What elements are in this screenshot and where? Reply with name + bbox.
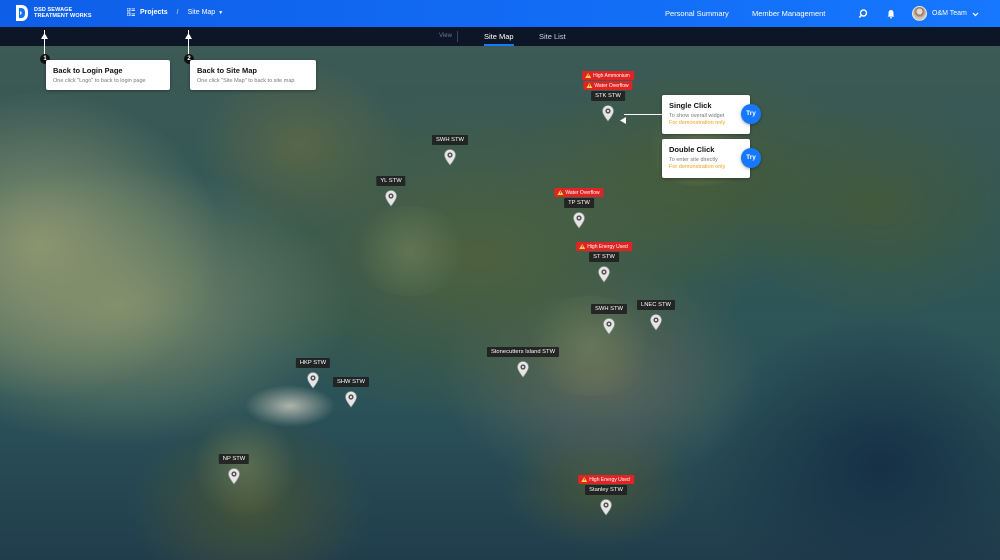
alert-text: High Ammonium bbox=[593, 72, 630, 79]
guide-back-to-site-map-title: Back to Site Map bbox=[197, 66, 258, 75]
station-label[interactable]: SWH STW bbox=[431, 135, 469, 145]
try-single-click-button[interactable]: Try bbox=[741, 104, 761, 124]
logo-text: DSD SEWAGE TREATMENT WORKS bbox=[34, 7, 92, 20]
warning-icon bbox=[557, 190, 564, 195]
map-pin-icon[interactable] bbox=[384, 189, 398, 212]
projects-icon bbox=[126, 7, 135, 17]
map-pin-icon[interactable] bbox=[602, 317, 616, 340]
guide-single-click-demo: For demonstration only bbox=[669, 120, 726, 126]
map-pin-icon[interactable] bbox=[516, 360, 530, 383]
station-label[interactable]: YL STW bbox=[376, 176, 406, 186]
logo-text-line2: TREATMENT WORKS bbox=[34, 13, 92, 19]
map-pin-icon[interactable] bbox=[601, 104, 615, 127]
guide-back-to-site-map: Back to Site Map One click "Site Map" to… bbox=[190, 60, 316, 90]
warning-icon bbox=[585, 73, 592, 78]
guide-double-click-title: Double Click bbox=[669, 145, 715, 154]
guide-double-click-desc: To enter site directly bbox=[669, 157, 718, 163]
warning-icon bbox=[586, 83, 593, 88]
map-pin-icon[interactable] bbox=[344, 390, 358, 413]
station-label[interactable]: TP STW bbox=[564, 198, 594, 208]
breadcrumb: Projects / Site Map ▼ bbox=[126, 7, 224, 17]
station-label[interactable]: Stanley STW bbox=[585, 485, 627, 495]
breadcrumb-site-map-label: Site Map bbox=[187, 8, 216, 16]
warning-icon bbox=[581, 477, 588, 482]
station-label[interactable]: SHW STW bbox=[332, 377, 370, 387]
tab-site-list[interactable]: Site List bbox=[539, 32, 566, 41]
station-label[interactable]: ST STW bbox=[589, 252, 619, 262]
guide-back-to-login-desc: One click "Logo" to back to login page bbox=[53, 78, 146, 84]
guide-single-click: Single Click To show overall widget For … bbox=[662, 95, 750, 134]
breadcrumb-separator: / bbox=[176, 8, 179, 16]
view-label: View bbox=[439, 33, 452, 39]
alert-badge: High Energy Used bbox=[578, 475, 634, 484]
guide-single-click-desc: To show overall widget bbox=[669, 113, 725, 119]
alert-badge: High Ammonium bbox=[582, 71, 634, 80]
try-double-click-button[interactable]: Try bbox=[741, 148, 761, 168]
user-menu[interactable]: O&M Team bbox=[912, 4, 979, 22]
map-pin-icon[interactable] bbox=[649, 313, 663, 336]
alert-badge: High Energy Used bbox=[576, 242, 632, 251]
station-label[interactable]: LNEC STW bbox=[637, 300, 675, 310]
guide-back-to-login-title: Back to Login Page bbox=[53, 66, 123, 75]
avatar bbox=[912, 5, 927, 21]
station-label[interactable]: Stonecutters Island STW bbox=[486, 347, 560, 357]
view-tab-bar: View Site Map Site List bbox=[0, 27, 1000, 46]
logo-icon bbox=[15, 4, 29, 22]
station-label[interactable]: HKP STW bbox=[295, 358, 331, 368]
warning-icon bbox=[579, 244, 586, 249]
guide-back-to-login: Back to Login Page One click "Logo" to b… bbox=[46, 60, 170, 90]
guide-double-click-demo: For demonstration only bbox=[669, 164, 726, 170]
satellite-map[interactable] bbox=[0, 46, 1000, 560]
alert-badge: Water Overflow bbox=[554, 188, 604, 197]
projects-link[interactable]: Projects bbox=[140, 9, 168, 16]
station-label[interactable]: NP STW bbox=[218, 454, 250, 464]
tab-active-underline bbox=[484, 44, 514, 46]
map-pin-icon[interactable] bbox=[227, 467, 241, 490]
breadcrumb-site-map[interactable]: Site Map ▼ bbox=[188, 9, 224, 16]
top-header: DSD SEWAGE TREATMENT WORKS Projects / Si… bbox=[0, 0, 1000, 27]
map-pin-icon[interactable] bbox=[306, 371, 320, 394]
map-pin-icon[interactable] bbox=[597, 265, 611, 288]
bell-icon[interactable] bbox=[885, 7, 897, 19]
alert-text: Water Overflow bbox=[565, 189, 600, 196]
alert-text: Water Overflow bbox=[594, 82, 629, 89]
map-pin-icon[interactable] bbox=[443, 148, 457, 171]
station-label[interactable]: SWH STW bbox=[590, 304, 628, 314]
guide-single-click-title: Single Click bbox=[669, 101, 712, 110]
guide-double-click: Double Click To enter site directly For … bbox=[662, 139, 750, 178]
tab-divider bbox=[457, 31, 458, 42]
alert-text: High Energy Used bbox=[589, 476, 630, 483]
alert-text: High Energy Used bbox=[587, 243, 628, 250]
map-pin-icon[interactable] bbox=[572, 211, 586, 234]
tab-site-map[interactable]: Site Map bbox=[484, 32, 514, 41]
nav-member-management[interactable]: Member Management bbox=[752, 9, 825, 18]
logo[interactable]: DSD SEWAGE TREATMENT WORKS bbox=[15, 4, 92, 22]
chevron-down-icon bbox=[972, 4, 979, 22]
alert-badge: Water Overflow bbox=[583, 81, 633, 90]
arrow-left-icon bbox=[620, 111, 626, 129]
chevron-down-icon: ▼ bbox=[218, 9, 224, 16]
arrow-up-icon bbox=[41, 26, 48, 44]
user-name: O&M Team bbox=[932, 9, 967, 17]
search-icon[interactable] bbox=[857, 7, 869, 19]
guide-back-to-site-map-desc: One click "Site Map" to back to site map bbox=[197, 78, 295, 84]
station-label[interactable]: STK STW bbox=[591, 91, 625, 101]
map-pin-icon[interactable] bbox=[599, 498, 613, 521]
nav-personal-summary[interactable]: Personal Summary bbox=[665, 9, 729, 18]
arrow-up-icon bbox=[185, 26, 192, 44]
guide-arrow-line bbox=[624, 114, 662, 115]
